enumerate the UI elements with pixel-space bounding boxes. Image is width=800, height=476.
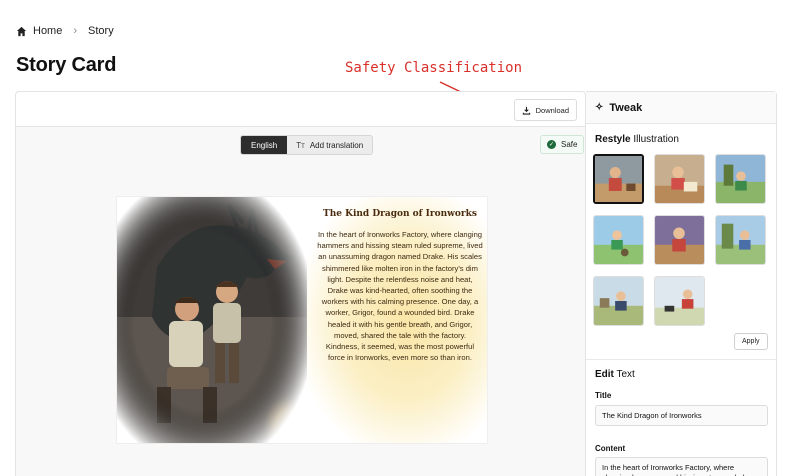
edit-section-title: Edit Text (595, 369, 635, 380)
edit-title-rest: Text (613, 369, 635, 380)
check-circle-icon: ✓ (547, 140, 556, 149)
annotation-label: Safety Classification (345, 60, 523, 76)
translate-icon: TT (296, 140, 305, 150)
title-field-label: Title (595, 391, 612, 400)
style-thumbnail-grid (593, 154, 766, 326)
download-button[interactable]: Download (513, 99, 577, 121)
edit-title-bold: Edit (595, 369, 614, 380)
tweak-title: Tweak (609, 101, 643, 114)
section-divider (586, 359, 776, 360)
style-thumbnail[interactable] (593, 276, 644, 326)
add-translation-label: Add translation (309, 140, 364, 150)
title-input[interactable]: The Kind Dragon of Ironworks (595, 405, 768, 426)
page-title: Story Card (16, 54, 117, 76)
content-textarea[interactable]: In the heart of Ironworks Factory, where… (595, 457, 768, 476)
restyle-title-rest: Illustration (630, 134, 679, 145)
breadcrumb-current: Story (88, 25, 114, 37)
restyle-title-bold: Restyle (595, 134, 631, 145)
style-thumbnail[interactable] (715, 215, 766, 265)
restyle-section-title: Restyle Illustration (595, 134, 679, 145)
story-preview-panel: Download English TT Add translation ✓ Sa… (15, 91, 586, 476)
download-icon (522, 106, 530, 115)
story-card: The Kind Dragon of Ironworks In the hear… (116, 196, 488, 444)
tab-english[interactable]: English (241, 136, 288, 154)
style-thumbnail[interactable] (654, 215, 705, 265)
story-text-area: The Kind Dragon of Ironworks In the hear… (307, 197, 487, 443)
story-body: In the heart of Ironworks Factory, where… (317, 230, 483, 363)
style-thumbnail[interactable] (593, 154, 644, 204)
chevron-right-icon: › (73, 25, 78, 37)
language-switcher: English TT Add translation (240, 135, 374, 155)
safety-status-badge: ✓ Safe (540, 135, 585, 154)
breadcrumb: Home › Story (16, 25, 114, 37)
home-icon (16, 26, 27, 36)
breadcrumb-home-link[interactable]: Home (33, 25, 62, 37)
story-title: The Kind Dragon of Ironworks (323, 209, 477, 219)
preview-toolbar: Download (16, 92, 585, 127)
sparkles-icon: ✧ (595, 102, 604, 113)
tweak-panel: ✧ Tweak Restyle Illustration Apply Edit … (586, 91, 777, 476)
download-label: Download (535, 105, 569, 115)
safety-label: Safe (561, 140, 578, 149)
style-thumbnail[interactable] (715, 154, 766, 204)
style-thumbnail[interactable] (654, 154, 705, 204)
content-field-label: Content (595, 444, 626, 453)
style-thumbnail[interactable] (654, 276, 705, 326)
style-thumbnail[interactable] (593, 215, 644, 265)
add-translation-button[interactable]: TT Add translation (287, 136, 373, 154)
story-illustration (117, 197, 307, 443)
tweak-header: ✧ Tweak (586, 92, 776, 124)
apply-button[interactable]: Apply (734, 333, 768, 350)
